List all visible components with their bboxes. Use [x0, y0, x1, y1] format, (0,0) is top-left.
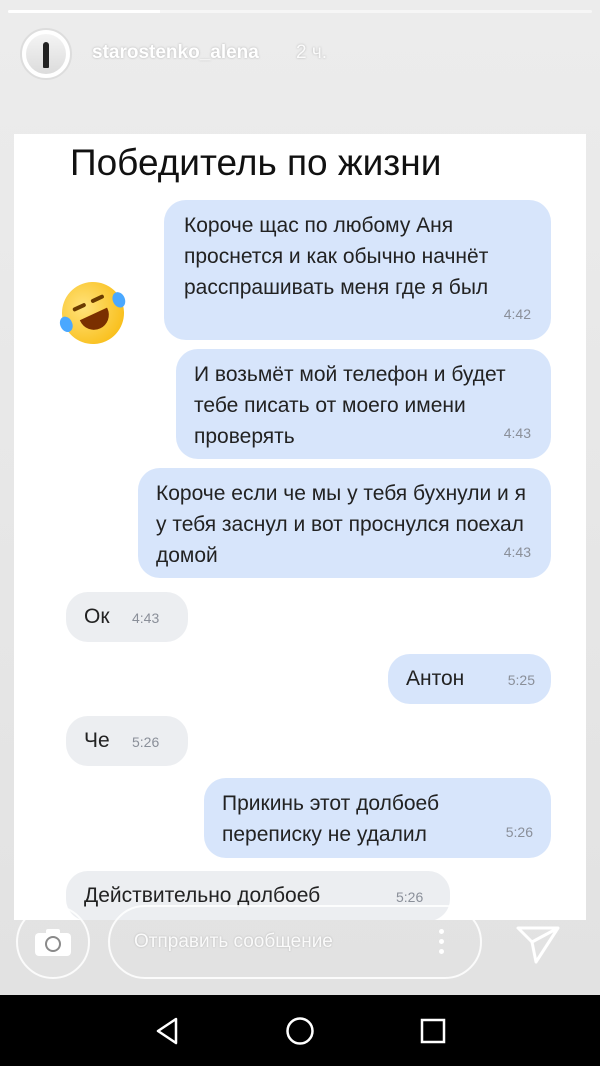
post-time: 2 ч.: [296, 42, 328, 63]
message-text: Прикинь этот долбоеб переписку не удалил: [222, 792, 440, 846]
message-text: Короче если че мы у тебя бухнули и я у т…: [156, 482, 526, 567]
message-bubble: Короче если че мы у тебя бухнули и я у т…: [138, 468, 551, 578]
message-text: И возьмёт мой телефон и будет тебе писат…: [194, 363, 506, 448]
message-time: 4:43: [132, 610, 160, 626]
message-text: Короче щас по любому Аня проснется и как…: [184, 214, 489, 299]
home-circle-icon: [286, 1017, 314, 1045]
message-time: 4:42: [503, 306, 531, 322]
message-bubble: Ок 4:43: [66, 592, 188, 642]
message-time: 4:43: [503, 425, 531, 441]
message-time: 4:43: [503, 544, 531, 560]
message-bubble: Короче щас по любому Аня проснется и как…: [164, 200, 551, 340]
avatar[interactable]: [20, 28, 72, 80]
send-icon: [516, 926, 560, 964]
back-triangle-icon: [156, 1017, 178, 1045]
reply-input[interactable]: Отправить сообщение: [108, 905, 482, 979]
progress-fill: [8, 10, 160, 13]
send-button[interactable]: [512, 918, 564, 966]
progress-segment: [8, 10, 592, 13]
more-options-icon[interactable]: [438, 929, 444, 959]
recents-square-icon: [420, 1018, 446, 1044]
message-time: 5:26: [505, 824, 533, 840]
android-nav-bar: [0, 995, 600, 1066]
message-bubble: Прикинь этот долбоеб переписку не удалил…: [204, 778, 551, 858]
reply-placeholder: Отправить сообщение: [134, 931, 333, 952]
message-time: 5:26: [132, 734, 160, 750]
avatar-image: [26, 34, 66, 74]
camera-icon: [35, 929, 71, 956]
back-button[interactable]: [147, 1011, 187, 1051]
message-bubble: Антон 5:25: [388, 654, 551, 704]
message-time: 5:25: [507, 672, 535, 688]
username[interactable]: starostenko_alena: [92, 42, 259, 64]
home-button[interactable]: [280, 1011, 320, 1051]
message-bubble: Че 5:26: [66, 716, 188, 766]
rolling-laughing-emoji-icon: [51, 271, 135, 355]
chat-screenshot: Победитель по жизни Короче щас по любому…: [14, 134, 586, 920]
camera-button[interactable]: [16, 905, 90, 979]
recents-button[interactable]: [413, 1011, 453, 1051]
message-bubble: И возьмёт мой телефон и будет тебе писат…: [176, 349, 551, 459]
screenshot-title: Победитель по жизни: [70, 142, 442, 183]
story-progress-bar: [8, 10, 592, 13]
